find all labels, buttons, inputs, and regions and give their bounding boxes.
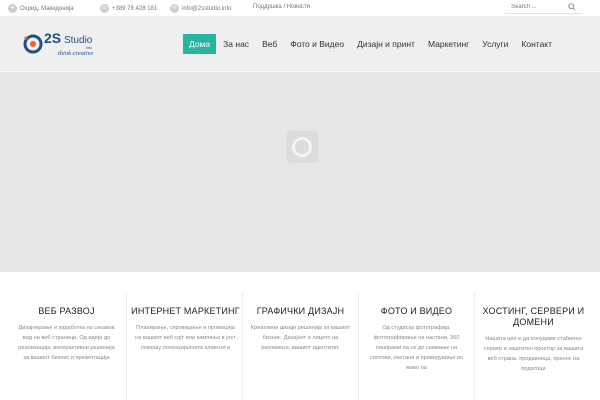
email-text[interactable]: info@2sstudio.info	[182, 6, 231, 12]
loading-ring	[292, 137, 312, 157]
service-description: Планирање, спроведење и промоција на ваш…	[135, 325, 236, 351]
location-info: ● Охрид, Македонија	[8, 4, 74, 13]
site-header: 2S Studio .info think creative Дома За н…	[0, 17, 600, 71]
service-title: ФОТО И ВИДЕО	[380, 306, 453, 316]
service-web-development[interactable]: ВЕБ РАЗВОЈ Дизајнирање и изработка на се…	[9, 292, 124, 400]
site-logo[interactable]: 2S Studio .info think creative	[22, 25, 122, 63]
loading-spinner-icon	[286, 131, 318, 163]
envelope-icon: ✉	[170, 4, 179, 13]
logo-brand: 2S	[44, 30, 61, 46]
service-description: Од студиска фотографија, фотографирање н…	[369, 325, 464, 371]
link-separator: /	[283, 4, 286, 10]
service-internet-marketing[interactable]: ИНТЕРНЕТ МАРКЕТИНГ Планирање, спроведење…	[128, 292, 243, 400]
main-nav: Дома За нас Веб Фото и Видео Дизајн и пр…	[183, 34, 559, 54]
service-graphic-design[interactable]: ГРАФИЧКИ ДИЗАЈН Креативни дизајн решениј…	[243, 292, 358, 400]
service-description: Нашата цел е да понудиме стабилен сервер…	[483, 336, 584, 372]
service-divider	[126, 292, 127, 400]
service-photo-video[interactable]: ФОТО И ВИДЕО Од студиска фотографија, фо…	[359, 292, 474, 400]
top-bar: ● Охрид, Македонија ✆ +389 78 428 181 ✉ …	[0, 0, 600, 17]
service-title: ГРАФИЧКИ ДИЗАЈН	[256, 306, 345, 316]
nav-item-about[interactable]: За нас	[217, 34, 255, 54]
phone-text: +389 78 428 181	[112, 5, 158, 12]
nav-item-web[interactable]: Веб	[256, 34, 283, 54]
service-title: ХОСТИНГ, СЕРВЕРИ И ДОМЕНИ	[482, 306, 585, 327]
nav-item-home[interactable]: Дома	[183, 34, 217, 54]
search-icon[interactable]	[568, 3, 576, 11]
logo-small-dot-icon	[24, 36, 28, 40]
service-divider	[474, 292, 475, 400]
top-links: Поддршка / Новости	[253, 4, 310, 10]
service-title: ВЕБ РАЗВОЈ	[38, 306, 95, 316]
nav-item-marketing[interactable]: Маркетинг	[422, 34, 475, 54]
phone-info: ✆ +389 78 428 181	[100, 4, 157, 13]
news-link[interactable]: Новости	[287, 4, 310, 10]
support-link[interactable]: Поддршка	[253, 4, 282, 10]
service-description: Креативни дизајн решенија за вашиот бизн…	[250, 325, 351, 351]
service-title: ИНТЕРНЕТ МАРКЕТИНГ	[131, 306, 240, 316]
hero-slider	[0, 72, 600, 272]
services-section: ВЕБ РАЗВОЈ Дизајнирање и изработка на се…	[0, 272, 600, 400]
phone-icon: ✆	[100, 4, 109, 13]
logo-word: Studio	[64, 35, 93, 46]
service-description: Дизајнирање и изработка на секаков вид н…	[18, 325, 115, 361]
nav-item-services[interactable]: Услуги	[476, 34, 514, 54]
location-pin-icon: ●	[8, 4, 17, 13]
nav-item-photo-video[interactable]: Фото и Видео	[284, 34, 350, 54]
service-hosting[interactable]: ХОСТИНГ, СЕРВЕРИ И ДОМЕНИ Нашата цел е д…	[476, 292, 591, 400]
nav-item-design-print[interactable]: Дизајн и принт	[351, 34, 421, 54]
nav-item-contact[interactable]: Контакт	[515, 34, 558, 54]
location-text: Охрид, Македонија	[20, 5, 74, 12]
logo-dot-icon	[30, 41, 36, 47]
email-info[interactable]: ✉ info@2sstudio.info	[170, 4, 231, 13]
logo-tagline: think creative	[58, 50, 93, 57]
